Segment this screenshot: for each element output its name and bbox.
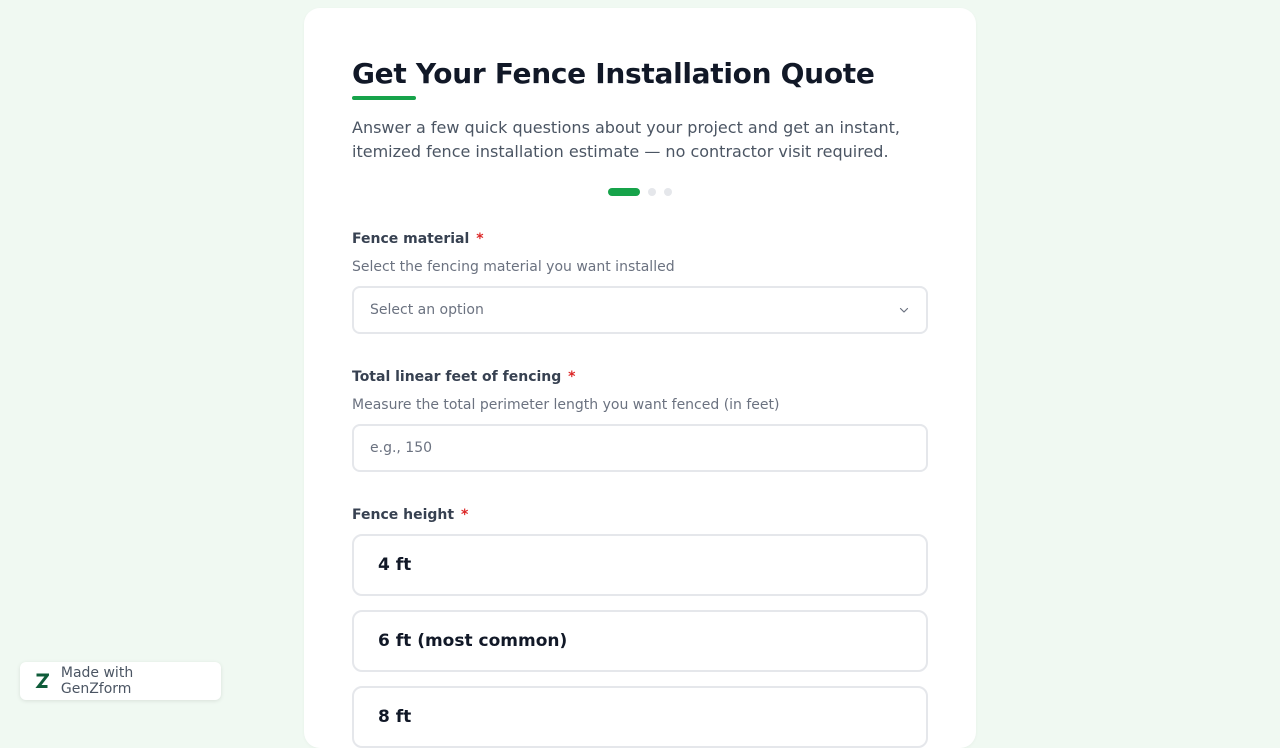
linear-feet-label: Total linear feet of fencing * [352,368,928,386]
required-marker: * [476,231,484,247]
page-title: Get Your Fence Installation Quote [352,57,875,90]
fence-height-label-text: Fence height [352,507,455,523]
progress-step-2 [648,188,656,196]
linear-feet-input[interactable] [352,424,928,472]
height-option-8ft[interactable]: 8 ft [352,686,928,748]
fence-material-help: Select the fencing material you want ins… [352,259,675,275]
required-marker: * [460,507,469,523]
step-progress-indicator [352,188,928,196]
made-with-genzform-badge[interactable]: Made with GenZform [20,662,221,700]
badge-label: Made with GenZform [60,665,134,697]
fence-material-field: Fence material * Select the fencing mate… [352,230,928,334]
genzform-z-logo-icon [34,672,50,690]
form-subtitle: Answer a few quick questions about your … [352,118,900,161]
linear-feet-field: Total linear feet of fencing * Measure t… [352,368,928,472]
title-underline [352,96,416,100]
fence-material-label: Fence material * [352,230,928,248]
fence-material-selected-value: Select an option [370,302,484,318]
fence-height-options: 4 ft 6 ft (most common) 8 ft [352,534,928,748]
required-marker: * [568,369,576,385]
progress-step-3 [664,188,672,196]
height-option-4ft[interactable]: 4 ft [352,534,928,596]
progress-step-1 [608,188,640,196]
fence-material-select[interactable]: Select an option [352,286,928,334]
quote-form-card: Get Your Fence Installation Quote Answer… [304,8,976,748]
linear-feet-label-text: Total linear feet of fencing [352,369,562,385]
linear-feet-help: Measure the total perimeter length you w… [352,397,780,413]
height-option-6ft[interactable]: 6 ft (most common) [352,610,928,672]
chevron-down-icon [899,307,909,313]
fence-height-field: Fence height * 4 ft 6 ft (most common) 8… [352,506,928,748]
fence-material-label-text: Fence material [352,231,470,247]
fence-height-label: Fence height * [352,506,928,524]
